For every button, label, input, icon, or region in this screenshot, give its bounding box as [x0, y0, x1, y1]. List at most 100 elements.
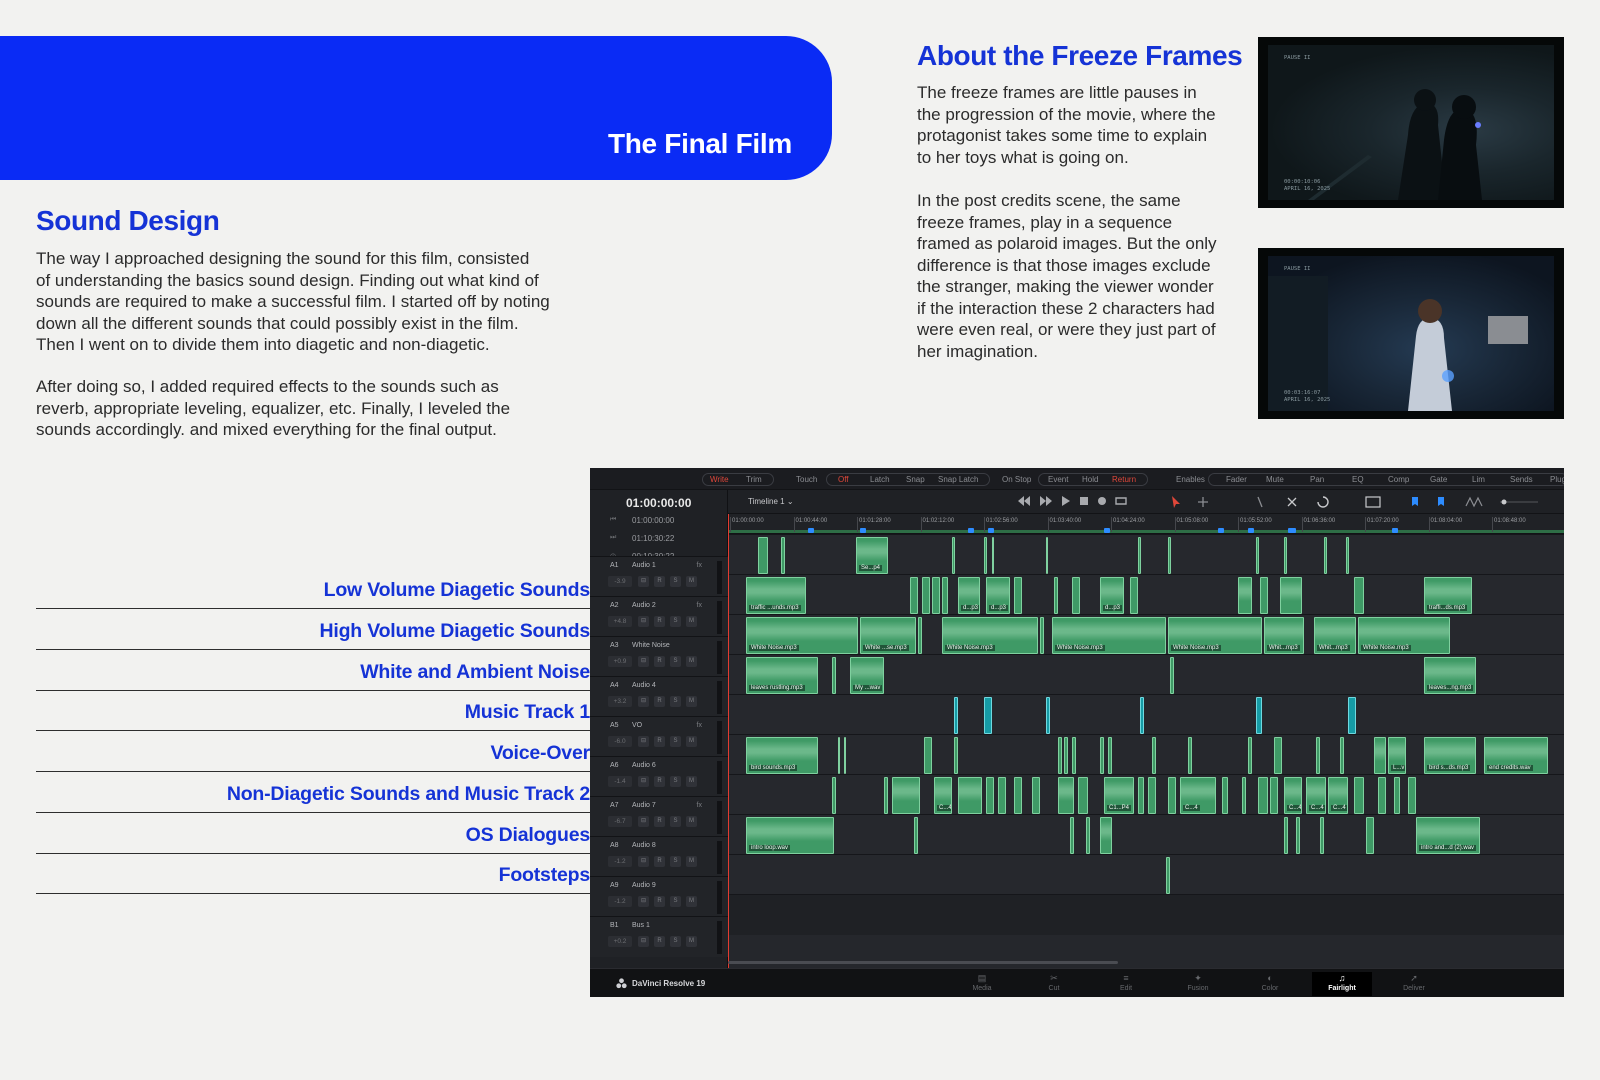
- record-arm-button[interactable]: R: [654, 656, 665, 667]
- snap-button[interactable]: Snap: [906, 473, 925, 486]
- audio-clip[interactable]: d...p3: [1100, 577, 1124, 614]
- track-name[interactable]: Audio 7: [632, 802, 656, 809]
- track-name[interactable]: Bus 1: [632, 922, 650, 929]
- lock-icon[interactable]: ⊟: [638, 656, 649, 667]
- fader-button[interactable]: Fader: [1226, 473, 1247, 486]
- page-tab-cut[interactable]: ✂ Cut: [1024, 972, 1084, 996]
- audio-clip[interactable]: [932, 577, 940, 614]
- timeline-ruler[interactable]: 01:00:00:00 01:00:44:00 01:01:28:00 01:02:1…: [728, 514, 1564, 534]
- audio-clip[interactable]: end credits.wav: [1484, 737, 1548, 774]
- mute-button[interactable]: M: [686, 736, 697, 747]
- mute-button[interactable]: M: [686, 616, 697, 627]
- audio-clip[interactable]: [1054, 577, 1058, 614]
- track-lane-a6[interactable]: bird sounds.mp3 L...v bird s...ds.mp3 end c…: [728, 734, 1564, 775]
- audio-clip[interactable]: [942, 577, 948, 614]
- track-header-a6[interactable]: A6 Audio 6 -1.4 ⊟ R S M: [590, 756, 728, 797]
- audio-clip[interactable]: leaves...ng.mp3: [1424, 657, 1476, 694]
- track-volume[interactable]: -3.9: [608, 576, 632, 587]
- audio-clip[interactable]: bird s...ds.mp3: [1424, 737, 1476, 774]
- track-volume[interactable]: +3.2: [608, 696, 632, 707]
- eq-button[interactable]: EQ: [1352, 473, 1364, 486]
- audio-clip[interactable]: Whit...mp3: [1314, 617, 1356, 654]
- track-volume[interactable]: -1.4: [608, 776, 632, 787]
- record-arm-button[interactable]: R: [654, 776, 665, 787]
- audio-clip[interactable]: White Noise.mp3: [1358, 617, 1450, 654]
- audio-clip[interactable]: [1378, 777, 1386, 814]
- audio-clip[interactable]: [1046, 537, 1048, 574]
- audio-clip[interactable]: bird sounds.mp3: [746, 737, 818, 774]
- mute-button[interactable]: M: [686, 896, 697, 907]
- solo-button[interactable]: S: [670, 616, 681, 627]
- audio-clip[interactable]: [1280, 577, 1302, 614]
- audio-clip[interactable]: C...4: [1328, 777, 1348, 814]
- track-header-a8[interactable]: A8 Audio 8 -1.2 ⊟ R S M: [590, 836, 728, 877]
- timeline-marker[interactable]: [1248, 528, 1254, 533]
- track-name[interactable]: Audio 1: [632, 562, 656, 569]
- solo-button[interactable]: S: [670, 816, 681, 827]
- track-header-a1[interactable]: A1 Audio 1 fx -3.9 ⊟ R S M: [590, 556, 728, 597]
- track-header-a9[interactable]: A9 Audio 9 -1.2 ⊟ R S M: [590, 876, 728, 917]
- page-tab-color[interactable]: ◐ Color: [1240, 972, 1300, 996]
- lock-icon[interactable]: ⊟: [638, 776, 649, 787]
- write-button[interactable]: Write: [710, 473, 729, 486]
- audio-clip[interactable]: [910, 577, 918, 614]
- mute-button[interactable]: M: [686, 776, 697, 787]
- audio-clip[interactable]: [1222, 777, 1228, 814]
- audio-clip[interactable]: [1152, 737, 1156, 774]
- audio-clip[interactable]: [1354, 777, 1364, 814]
- off-button[interactable]: Off: [838, 473, 849, 486]
- comp-button[interactable]: Comp: [1388, 473, 1409, 486]
- solo-button[interactable]: S: [670, 576, 681, 587]
- event-button[interactable]: Event: [1048, 473, 1068, 486]
- timeline-marker[interactable]: [1218, 528, 1224, 533]
- audio-clip[interactable]: [1040, 617, 1044, 654]
- page-tab-edit[interactable]: ≡ Edit: [1096, 972, 1156, 996]
- audio-clip[interactable]: White Noise.mp3: [942, 617, 1038, 654]
- audio-clip[interactable]: [1242, 777, 1246, 814]
- audio-clip[interactable]: [832, 657, 836, 694]
- track-volume[interactable]: +0.9: [608, 656, 632, 667]
- lock-icon[interactable]: ⊟: [638, 576, 649, 587]
- audio-clip[interactable]: [884, 777, 888, 814]
- hold-button[interactable]: Hold: [1082, 473, 1098, 486]
- track-name[interactable]: White Noise: [632, 642, 670, 649]
- track-lane-b1[interactable]: [728, 894, 1564, 935]
- playhead[interactable]: [728, 514, 729, 968]
- audio-clip[interactable]: White ...se.mp3: [860, 617, 916, 654]
- audio-clip[interactable]: [1108, 737, 1112, 774]
- audio-clip[interactable]: [1346, 537, 1349, 574]
- solo-button[interactable]: S: [670, 776, 681, 787]
- audio-clip[interactable]: White Noise.mp3: [1052, 617, 1166, 654]
- audio-clip[interactable]: [954, 697, 958, 734]
- audio-clip[interactable]: [1148, 777, 1156, 814]
- lock-icon[interactable]: ⊟: [638, 616, 649, 627]
- audio-clip[interactable]: [1274, 737, 1282, 774]
- mute-button[interactable]: M: [686, 816, 697, 827]
- mute-button[interactable]: M: [686, 576, 697, 587]
- audio-clip[interactable]: C...4: [1180, 777, 1216, 814]
- audio-clip[interactable]: [918, 617, 922, 654]
- track-name[interactable]: Audio 2: [632, 602, 656, 609]
- track-name[interactable]: Audio 9: [632, 882, 656, 889]
- audio-clip[interactable]: traffic ...unds.mp3: [746, 577, 806, 614]
- audio-clip[interactable]: [1394, 777, 1400, 814]
- audio-clip[interactable]: [892, 777, 920, 814]
- audio-clip[interactable]: [1138, 777, 1144, 814]
- audio-clip[interactable]: [1354, 577, 1364, 614]
- audio-clip[interactable]: [954, 737, 958, 774]
- page-tab-fusion[interactable]: ✦ Fusion: [1168, 972, 1228, 996]
- timeline-marker[interactable]: [1104, 528, 1110, 533]
- audio-clip[interactable]: C...4: [1306, 777, 1326, 814]
- audio-clip[interactable]: [1100, 817, 1112, 854]
- audio-clip[interactable]: intro loop.wav: [746, 817, 834, 854]
- audio-clip[interactable]: Whit...mp3: [1264, 617, 1304, 654]
- audio-clip[interactable]: [838, 737, 840, 774]
- record-arm-button[interactable]: R: [654, 856, 665, 867]
- audio-clip[interactable]: Se...p4: [856, 537, 888, 574]
- audio-clip[interactable]: [1320, 817, 1324, 854]
- audio-clip[interactable]: [1170, 657, 1174, 694]
- audio-clip[interactable]: [1296, 817, 1300, 854]
- track-name[interactable]: VO: [632, 722, 642, 729]
- solo-button[interactable]: S: [670, 896, 681, 907]
- audio-clip[interactable]: [998, 777, 1006, 814]
